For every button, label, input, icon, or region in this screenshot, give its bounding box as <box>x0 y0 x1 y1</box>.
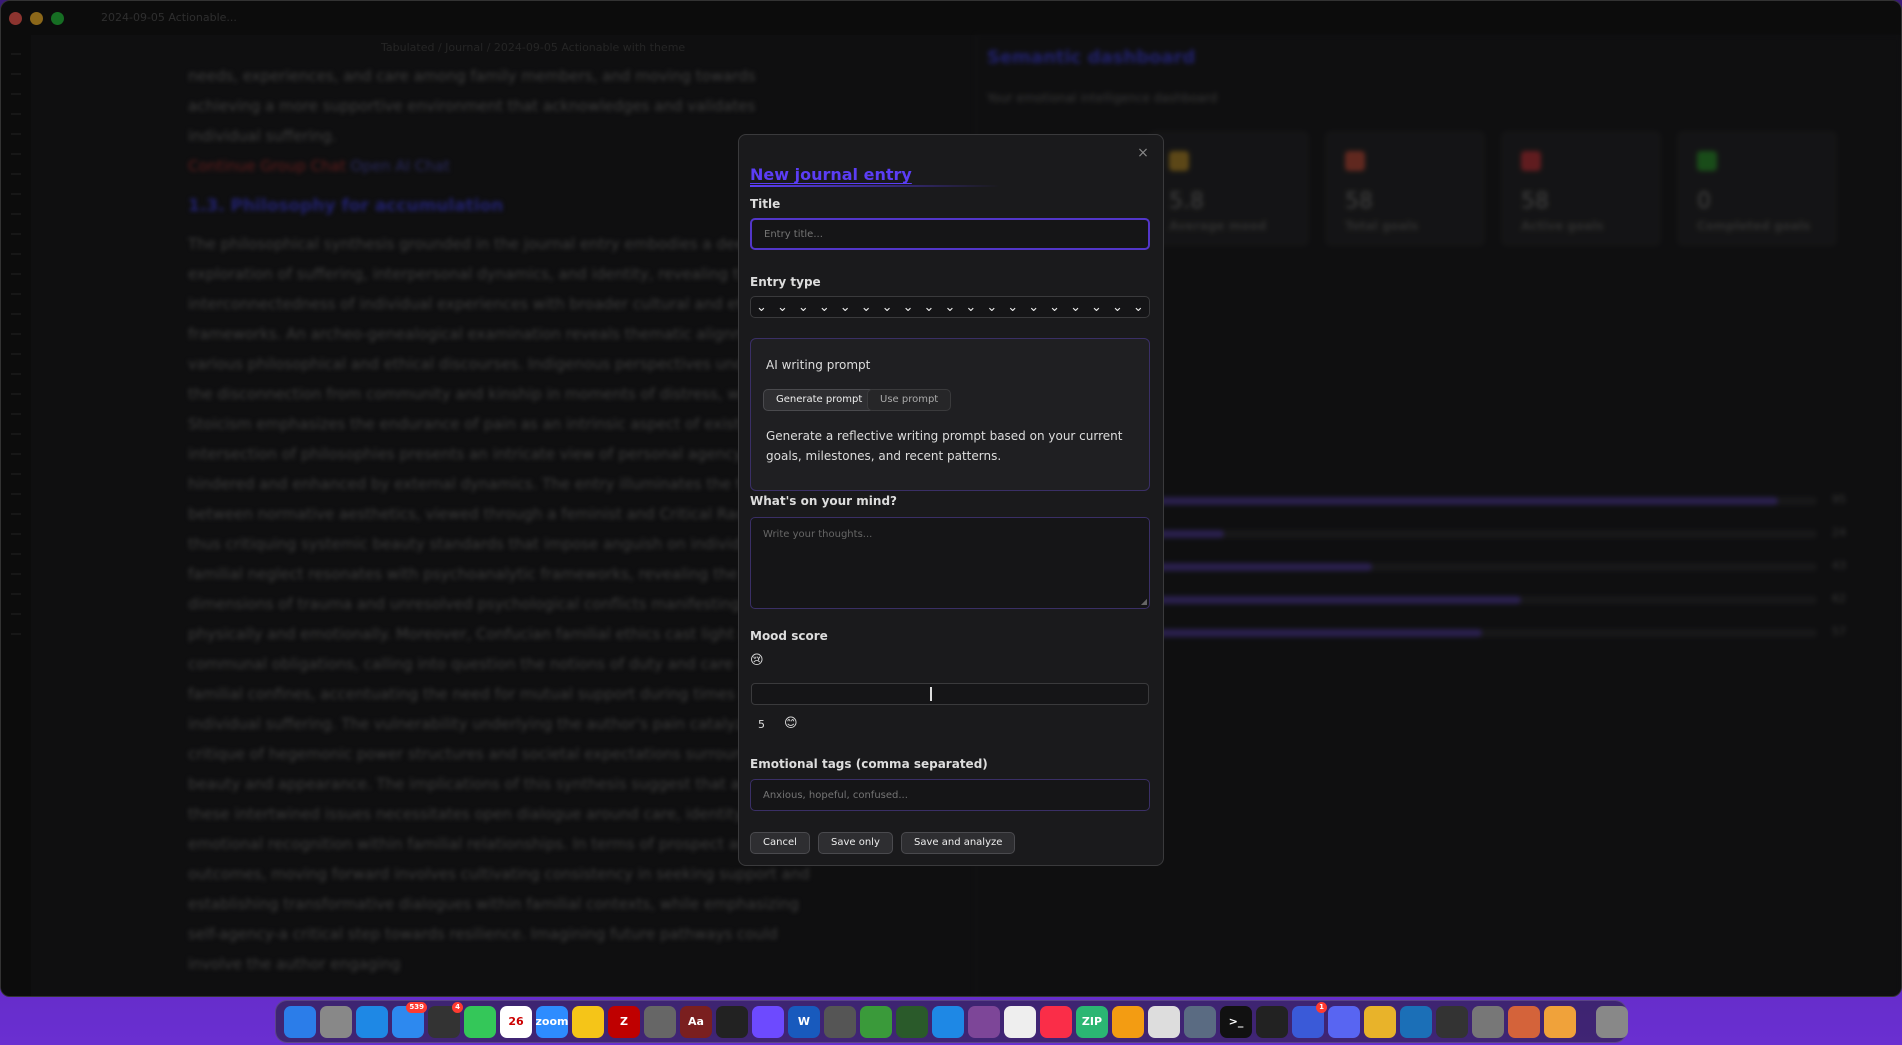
dock-messages-icon[interactable] <box>464 1005 496 1038</box>
generate-prompt-button[interactable]: Generate prompt <box>763 389 876 411</box>
dock-terminal-icon[interactable]: >_ <box>1220 1005 1252 1038</box>
ai-prompt-description: Generate a reflective writing prompt bas… <box>766 429 1123 463</box>
dock-aqua-icon[interactable] <box>860 1005 892 1038</box>
mood-slider[interactable] <box>751 683 1149 705</box>
chevron-down-icon: ⌄ <box>1049 299 1061 315</box>
tags-input[interactable] <box>750 779 1150 811</box>
dock-books-icon[interactable] <box>1544 1005 1576 1038</box>
badge: 4 <box>452 1001 463 1013</box>
dock-photos-icon[interactable] <box>1112 1005 1144 1038</box>
smile-face-icon: 😊 <box>784 716 798 731</box>
dock-dictionary-icon[interactable]: Aa <box>680 1005 712 1038</box>
dock-chrome-icon[interactable] <box>1364 1005 1396 1038</box>
new-entry-modal: × New journal entry Title Entry type ⌄⌄⌄… <box>738 134 1164 866</box>
dock-zoom-icon[interactable]: zoom <box>536 1005 569 1038</box>
use-prompt-button[interactable]: Use prompt <box>867 389 952 411</box>
cancel-button[interactable]: Cancel <box>750 832 810 854</box>
dock-disk-icon[interactable] <box>644 1005 676 1038</box>
dock-notes-icon[interactable] <box>572 1005 604 1038</box>
mind-label: What's on your mind? <box>750 494 897 508</box>
dock-word-icon[interactable]: W <box>788 1005 820 1038</box>
chevron-down-icon: ⌄ <box>1091 299 1102 315</box>
dock-activity-icon[interactable] <box>1256 1005 1288 1038</box>
dock-files-icon[interactable] <box>1004 1005 1036 1038</box>
chevron-down-icon: ⌄ <box>944 299 956 315</box>
dock-claude-icon[interactable] <box>1508 1005 1540 1038</box>
obsidian-window: 2024-09-05 Actionable... Tabulated / Jou… <box>0 0 1902 997</box>
dock-bot-icon[interactable]: 1 <box>1292 1001 1327 1038</box>
dock-dark-icon[interactable] <box>1436 1005 1468 1038</box>
chevron-down-icon: ⌄ <box>1028 299 1040 315</box>
chevron-down-icon: ⌄ <box>902 299 914 315</box>
chevron-down-icon: ⌄ <box>1132 299 1144 315</box>
dock-reminders-icon[interactable]: 4 <box>428 1001 463 1038</box>
chevron-down-icon: ⌄ <box>860 299 872 315</box>
dock-safari-icon[interactable] <box>356 1005 388 1038</box>
entry-type-select[interactable]: ⌄ ⌄ ⌄ ⌄ ⌄ ⌄ ⌄ ⌄ ⌄ ⌄ ⌄ ⌄ ⌄ ⌄ ⌄ ⌄ ⌄ ⌄ ⌄ <box>750 296 1150 318</box>
dock-chatgpt-icon[interactable] <box>716 1005 748 1038</box>
chevron-down-icon: ⌄ <box>1111 299 1123 315</box>
dock-archive-icon[interactable]: ZIP <box>1076 1005 1108 1038</box>
chevron-down-icon: ⌄ <box>797 299 809 315</box>
dock-filezilla-icon[interactable]: Z <box>608 1005 640 1038</box>
mood-slider-thumb[interactable] <box>930 687 933 701</box>
close-icon[interactable]: × <box>1135 145 1151 161</box>
dock-trash-icon[interactable] <box>1596 1005 1628 1038</box>
dock-calendar-icon[interactable]: 26 <box>500 1005 532 1038</box>
dock-claquette-icon[interactable] <box>1148 1005 1180 1038</box>
thoughts-textarea[interactable]: Write your thoughts... ◢ <box>750 517 1150 609</box>
ai-prompt-panel: AI writing prompt Generate prompt Use pr… <box>750 338 1150 491</box>
dock-launchpad-icon[interactable] <box>320 1005 352 1038</box>
modal-title: New journal entry <box>750 165 912 184</box>
dock: 539 4 26 zoom Z Aa W ZIP >_ 1 <box>275 1000 1628 1043</box>
dock-calculator-icon[interactable] <box>824 1005 856 1038</box>
chevron-down-icon: ⌄ <box>839 299 851 315</box>
badge: 539 <box>406 1001 427 1013</box>
chevron-down-icon: ⌄ <box>965 299 977 315</box>
dock-tree-icon[interactable] <box>896 1005 928 1038</box>
chevron-down-icon: ⌄ <box>776 299 788 315</box>
dock-xcode-icon[interactable] <box>1184 1005 1216 1038</box>
save-and-analyze-button[interactable]: Save and analyze <box>901 832 1016 854</box>
dock-proton-icon[interactable] <box>752 1005 784 1038</box>
dock-preview-icon[interactable] <box>1472 1005 1504 1038</box>
chevron-down-icon: ⌄ <box>881 299 893 315</box>
title-input[interactable] <box>750 218 1150 250</box>
dock-discord-icon[interactable] <box>1328 1005 1360 1038</box>
chevron-down-icon: ⌄ <box>923 299 935 315</box>
tags-label: Emotional tags (comma separated) <box>750 757 988 771</box>
chevron-down-icon: ⌄ <box>1007 299 1019 315</box>
dock-music-icon[interactable] <box>1040 1005 1072 1038</box>
dock-tor-icon[interactable] <box>968 1005 1000 1038</box>
ai-prompt-title: AI writing prompt <box>766 358 871 372</box>
entry-type-label: Entry type <box>750 275 821 289</box>
thoughts-placeholder: Write your thoughts... <box>763 529 873 540</box>
chevron-down-icon: ⌄ <box>818 299 830 315</box>
dock-finder-icon[interactable] <box>284 1005 316 1038</box>
sad-face-icon: 😢 <box>750 653 764 668</box>
badge: 1 <box>1316 1001 1327 1013</box>
chevron-down-icon: ⌄ <box>1070 299 1081 315</box>
mood-value: 5 <box>758 718 765 731</box>
dock-vscode-icon[interactable] <box>932 1005 964 1038</box>
dock-screen-icon[interactable] <box>1400 1005 1432 1038</box>
mood-label: Mood score <box>750 629 828 643</box>
resize-handle-icon[interactable]: ◢ <box>1141 597 1147 606</box>
chevron-down-icon: ⌄ <box>756 299 767 315</box>
chevron-down-icon: ⌄ <box>986 299 998 315</box>
title-label: Title <box>750 197 781 211</box>
dock-mail-icon[interactable]: 539 <box>392 1001 427 1038</box>
save-only-button[interactable]: Save only <box>818 832 893 854</box>
title-underline <box>750 185 1000 187</box>
